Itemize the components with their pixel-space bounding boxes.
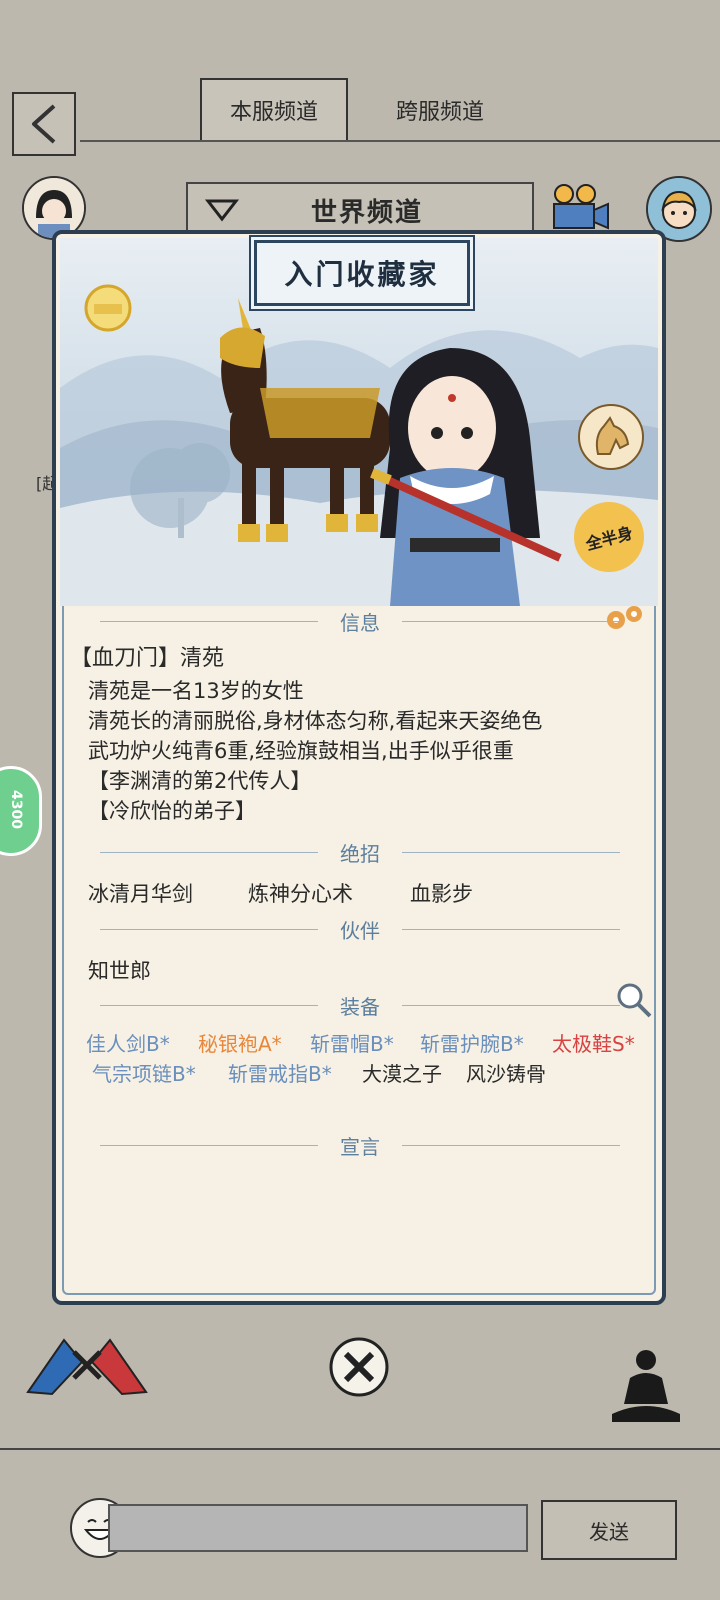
- side-badge-text: 4300: [8, 790, 24, 829]
- equipment-item[interactable]: 大漠之子: [362, 1058, 442, 1087]
- desc-line-1: 清苑是一名13岁的女性: [88, 679, 304, 703]
- triangle-down-icon: [204, 199, 240, 222]
- popup-title: 入门收藏家: [254, 240, 470, 306]
- character-name: 【血刀门】清苑: [70, 646, 225, 671]
- mount-toggle-button[interactable]: [578, 404, 644, 470]
- equipment-item[interactable]: 秘银袍A*: [198, 1028, 282, 1057]
- equipment-item[interactable]: 斩雷帽B*: [310, 1028, 394, 1057]
- skill-1[interactable]: 冰清月华剑: [88, 878, 193, 908]
- side-badge[interactable]: 4300: [0, 766, 42, 856]
- equipment-item[interactable]: 佳人剑B*: [86, 1028, 170, 1057]
- section-info-label: 信息: [340, 610, 380, 635]
- sword-close-icon: [329, 1337, 389, 1397]
- desc-line-4: 【李渊清的第2代传人】: [88, 769, 312, 793]
- desc-line-5: 【冷欣怡的弟子】: [88, 799, 256, 823]
- divider: [80, 140, 720, 142]
- section-skills: 绝招: [100, 837, 620, 867]
- camera-button[interactable]: [550, 182, 612, 234]
- meditation-icon: [612, 1350, 680, 1422]
- divider: [0, 1448, 720, 1450]
- section-equipment: 装备: [100, 990, 620, 1020]
- section-partner-label: 伙伴: [340, 918, 380, 943]
- chat-input[interactable]: [108, 1504, 528, 1552]
- girl-avatar-icon: [24, 178, 84, 238]
- section-declaration: 宣言: [100, 1130, 620, 1160]
- view-toggle-button[interactable]: 全半身: [574, 502, 644, 572]
- section-equipment-label: 装备: [340, 994, 380, 1019]
- tab-cross-server-channel[interactable]: 跨服频道: [365, 78, 515, 142]
- equipment-item[interactable]: 气宗项链B*: [92, 1058, 196, 1087]
- view-toggle-label: 全半身: [583, 523, 636, 554]
- back-button[interactable]: [12, 92, 76, 156]
- skill-3[interactable]: 血影步: [410, 878, 473, 908]
- skill-2[interactable]: 炼神分心术: [248, 878, 353, 908]
- gold-seal-icon: [84, 284, 132, 332]
- channel-title: 世界频道: [310, 197, 423, 228]
- equipment-item[interactable]: 斩雷护腕B*: [420, 1028, 524, 1057]
- equipment-item[interactable]: 斩雷戒指B*: [228, 1058, 332, 1087]
- meditate-button[interactable]: [604, 1344, 688, 1428]
- desc-line-3: 武功炉火纯青6重,经验旗鼓相当,出手似乎很重: [88, 739, 514, 763]
- section-info: 信息: [100, 606, 620, 636]
- duel-icon: [26, 1338, 148, 1396]
- horse-head-icon: [595, 416, 630, 455]
- section-partner: 伙伴: [100, 914, 620, 944]
- back-arrow-icon: [32, 104, 56, 144]
- equipment-item[interactable]: 太极鞋S*: [552, 1028, 635, 1057]
- inspect-button[interactable]: [614, 980, 654, 1020]
- section-declaration-label: 宣言: [340, 1134, 380, 1159]
- camera-icon: [553, 184, 609, 230]
- desc-line-2: 清苑长的清丽脱俗,身材体态匀称,看起来天姿绝色: [88, 709, 543, 733]
- tab-server-channel[interactable]: 本服频道: [200, 78, 348, 142]
- section-skills-label: 绝招: [340, 841, 380, 866]
- duel-button[interactable]: [24, 1332, 150, 1398]
- seal-badge: [82, 282, 134, 334]
- close-popup-button[interactable]: [328, 1336, 390, 1398]
- equipment-item[interactable]: 风沙铸骨: [466, 1058, 546, 1087]
- partner-name[interactable]: 知世郎: [88, 955, 151, 985]
- magnifier-icon: [617, 983, 652, 1018]
- send-button[interactable]: 发送: [541, 1500, 677, 1560]
